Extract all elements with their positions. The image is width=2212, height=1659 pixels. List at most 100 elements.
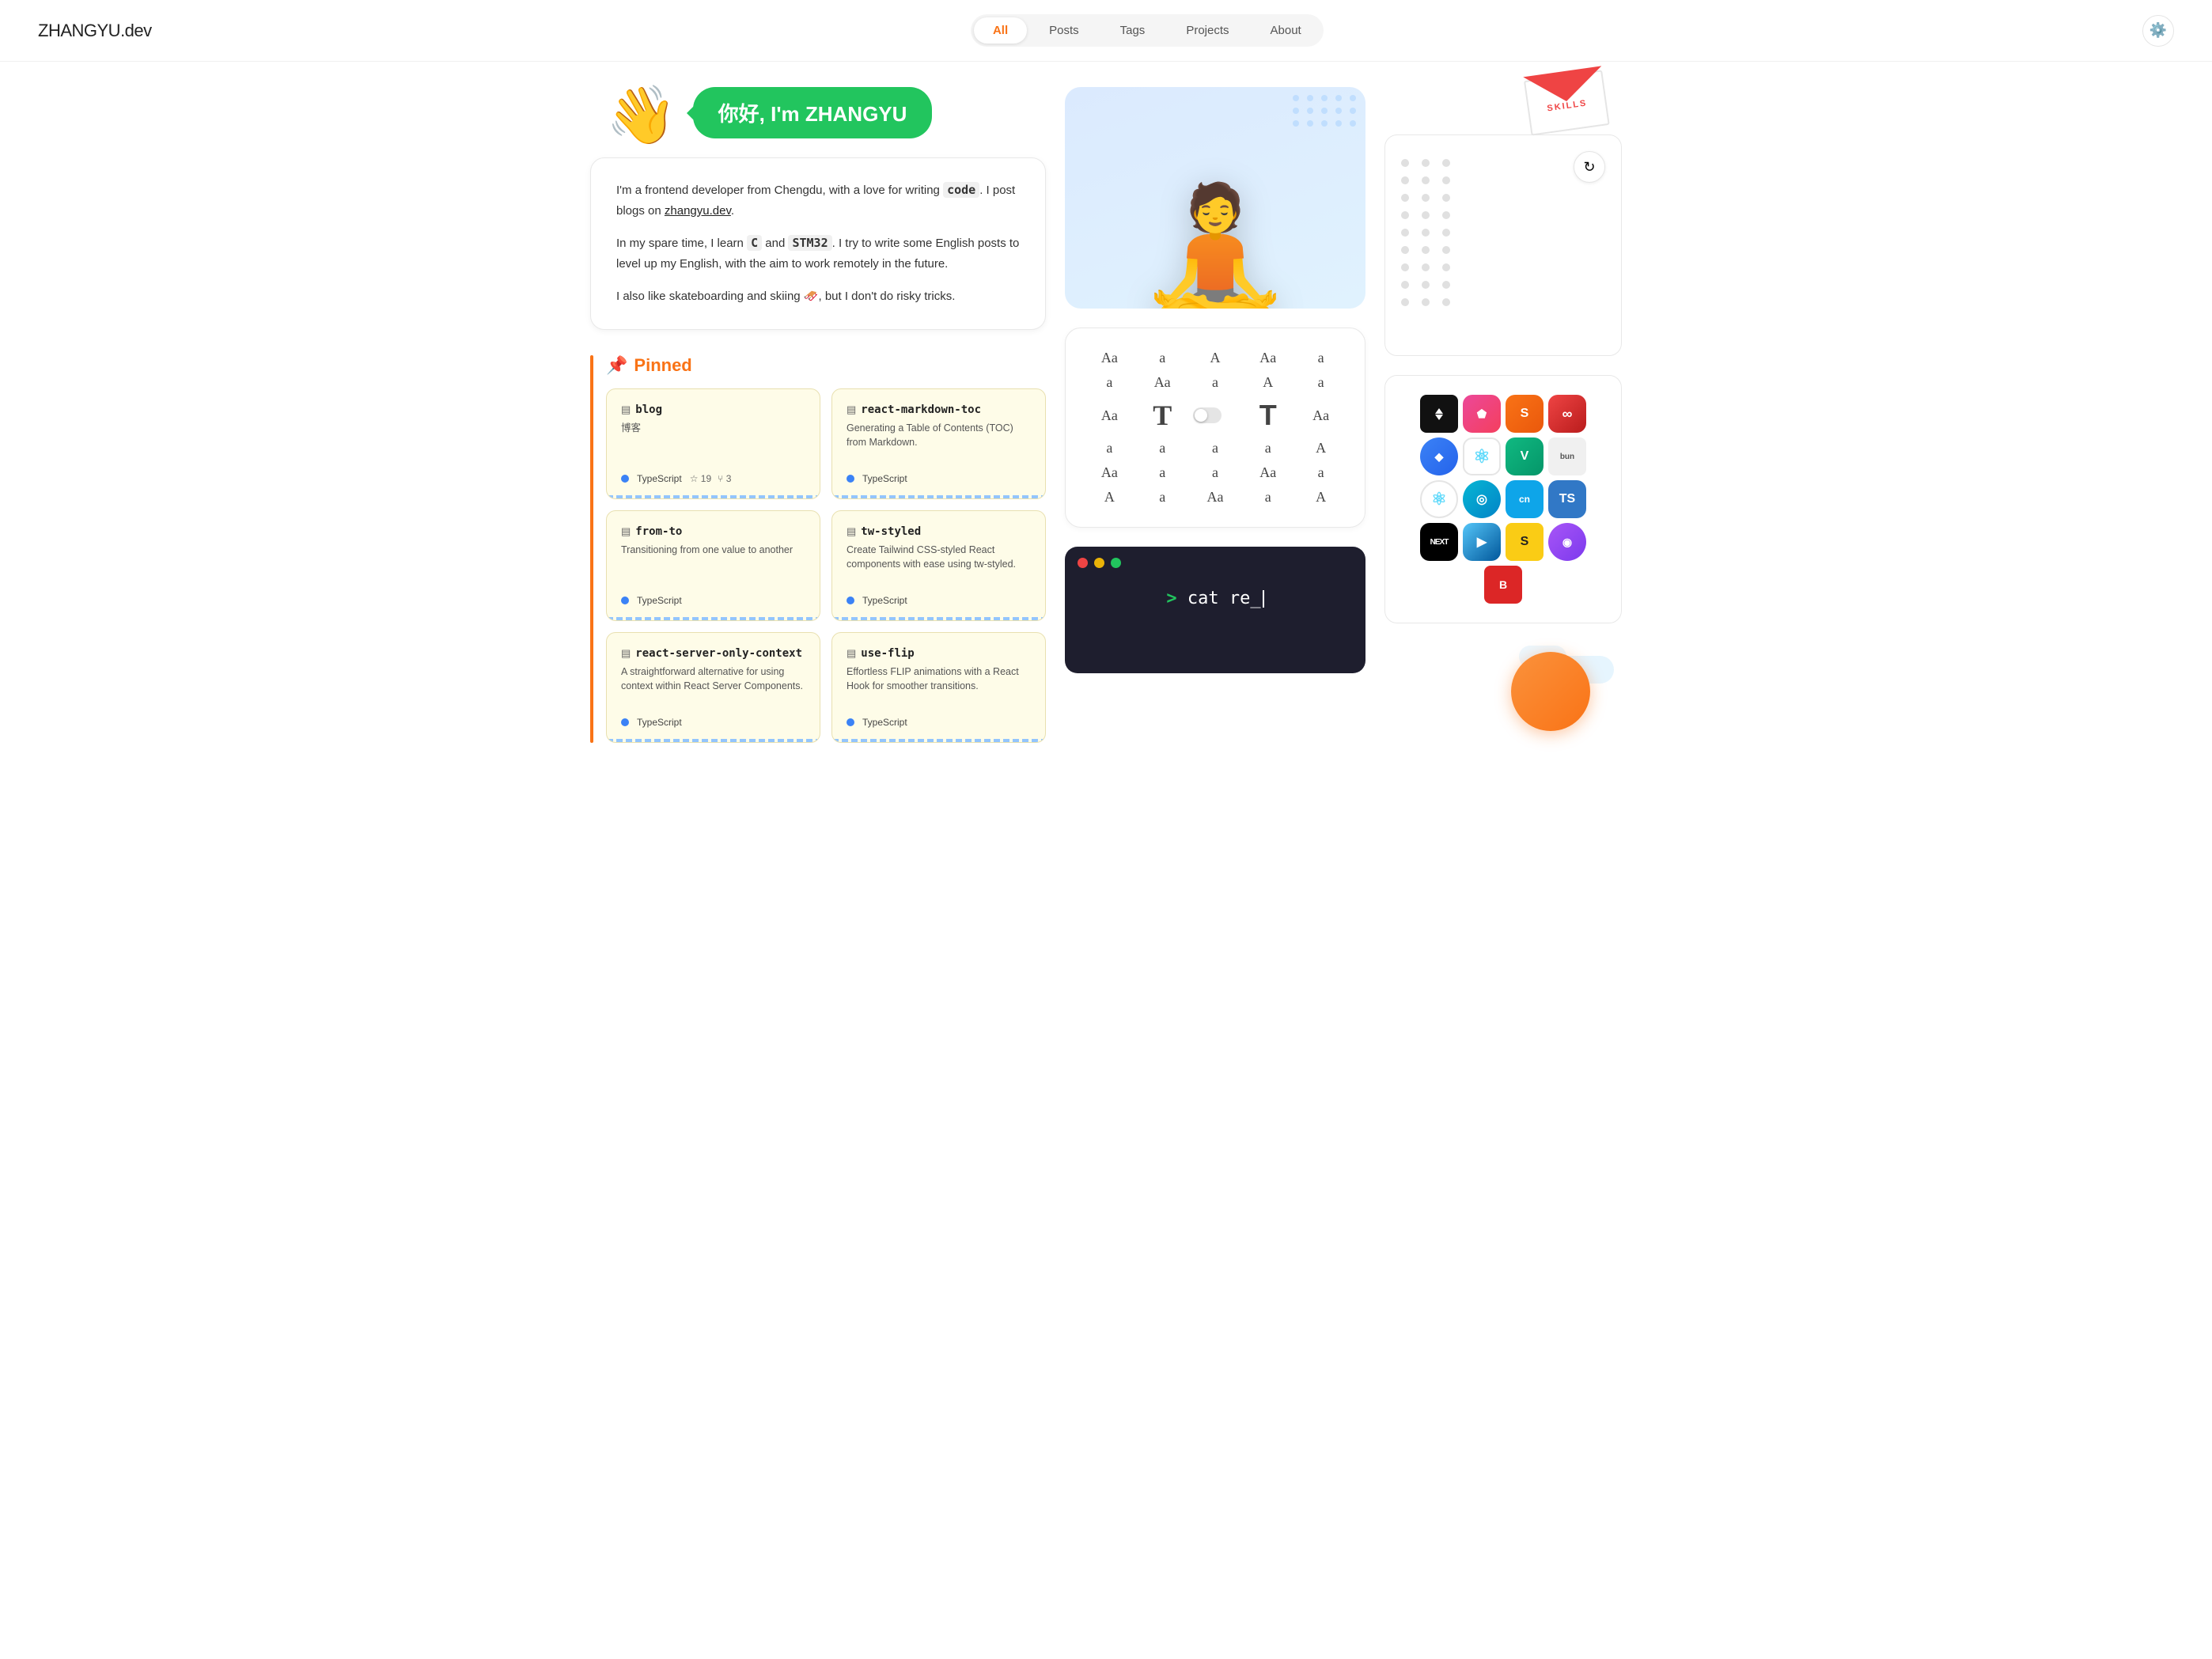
skill-icon-nextjs: NEXT — [1420, 523, 1458, 561]
card-icon: ▤ — [847, 403, 856, 416]
card-icon: ▤ — [621, 525, 631, 538]
skill-icon-react-2: ⚛ — [1420, 480, 1458, 518]
font-cell: a — [1191, 462, 1240, 483]
logo-suffix: .dev — [120, 21, 152, 40]
pinned-bar — [590, 355, 593, 743]
skill-icon-blue: ◆ — [1420, 437, 1458, 475]
font-cell: a — [1296, 462, 1346, 483]
project-card-blog[interactable]: ▤ blog 博客 TypeScript ☆ 19 ⑂ 3 — [606, 388, 820, 499]
nav-item-about[interactable]: About — [1252, 17, 1320, 44]
terminal-command: cat re_ — [1187, 589, 1261, 608]
sun-clouds-widget — [1384, 636, 1622, 747]
card-desc: Transitioning from one value to another — [621, 543, 805, 558]
skill-icon-svelte: S — [1506, 395, 1543, 433]
skill-icon-teal: ◎ — [1463, 480, 1501, 518]
terminal-body: > cat re_ — [1065, 576, 1365, 634]
lang-dot — [621, 475, 629, 483]
card-desc: A straightforward alternative for using … — [621, 665, 805, 695]
greeting-bubble: 你好, I'm ZHANGYU — [693, 87, 933, 138]
font-cell: Aa — [1138, 372, 1187, 393]
nav-item-projects[interactable]: Projects — [1167, 17, 1248, 44]
font-cell: A — [1296, 487, 1346, 508]
card-title: tw-styled — [861, 525, 921, 538]
card-title: blog — [635, 403, 662, 416]
intro-card: I'm a frontend developer from Chengdu, w… — [590, 157, 1046, 330]
project-card-use-flip[interactable]: ▤ use-flip Effortless FLIP animations wi… — [831, 632, 1046, 743]
font-cell: A — [1243, 372, 1293, 393]
lang-dot — [621, 597, 629, 604]
gear-icon: ⚙️ — [2150, 22, 2167, 39]
right-column: SKILLS ↻ — [1384, 87, 1622, 747]
skill-icon-redux: B — [1484, 566, 1522, 604]
refresh-button[interactable]: ↻ — [1574, 151, 1605, 183]
font-cell: a — [1191, 437, 1240, 459]
terminal-text: > cat re_ — [1166, 589, 1263, 608]
card-desc: Effortless FLIP animations with a React … — [847, 665, 1031, 695]
lang-dot — [847, 475, 854, 483]
font-cell: Aa — [1243, 462, 1293, 483]
project-card-react-markdown-toc[interactable]: ▤ react-markdown-toc Generating a Table … — [831, 388, 1046, 499]
card-icon: ▤ — [847, 525, 856, 538]
font-cell: A — [1085, 487, 1134, 508]
pinned-header: 📌 Pinned — [606, 355, 1046, 376]
skill-icon-vue: V — [1506, 437, 1543, 475]
card-title: use-flip — [861, 647, 914, 660]
main-content: 👋 你好, I'm ZHANGYU I'm a frontend develop… — [552, 62, 1660, 772]
avatar-figure: 🧘 — [1136, 188, 1293, 309]
skill-icon-cn: cn — [1506, 480, 1543, 518]
dots-pattern — [1401, 159, 1453, 306]
lang-dot — [847, 597, 854, 604]
font-cell-large: T — [1138, 396, 1187, 434]
card-title: from-to — [635, 525, 682, 538]
settings-button[interactable]: ⚙️ — [2142, 15, 2174, 47]
font-cell: a — [1138, 462, 1187, 483]
card-icon: ▤ — [847, 647, 856, 660]
pinned-section: 📌 Pinned ▤ blog 博客 TypeScript — [590, 355, 1046, 743]
nav-item-posts[interactable]: Posts — [1030, 17, 1098, 44]
card-title: react-markdown-toc — [861, 403, 981, 416]
site-link[interactable]: zhangyu.dev — [665, 204, 731, 218]
nav-item-tags[interactable]: Tags — [1101, 17, 1165, 44]
font-cell: a — [1085, 372, 1134, 393]
font-cell: Aa — [1243, 347, 1293, 369]
wave-emoji: 👋 — [606, 87, 677, 144]
avatar-card: 🧘 — [1065, 87, 1365, 309]
font-cell: Aa — [1296, 405, 1346, 426]
lang-label: TypeScript — [862, 473, 907, 484]
lang-label: TypeScript — [637, 717, 682, 728]
nav-item-all[interactable]: All — [974, 17, 1027, 44]
font-cell: a — [1296, 372, 1346, 393]
terminal-header — [1065, 547, 1365, 576]
font-toggle-cell[interactable] — [1191, 405, 1240, 426]
site-logo[interactable]: ZHANGYU.dev — [38, 21, 152, 41]
font-card: Aa a A Aa a a Aa a A a Aa T T Aa — [1065, 328, 1365, 528]
lang-label: TypeScript — [862, 595, 907, 606]
lang-dot — [621, 718, 629, 726]
font-cell: Aa — [1191, 487, 1240, 508]
logo-text: ZHANGYU — [38, 21, 120, 40]
card-icon: ▤ — [621, 403, 631, 416]
skill-icon-flutter: ▶ — [1463, 523, 1501, 561]
middle-column: 🧘 Aa a A Aa a a Aa a A a Aa T — [1065, 87, 1365, 747]
lang-label: TypeScript — [637, 595, 682, 606]
font-cell: a — [1243, 487, 1293, 508]
intro-paragraph-3: I also like skateboarding and skiing 🛷, … — [616, 286, 1020, 307]
intro-paragraph-1: I'm a frontend developer from Chengdu, w… — [616, 180, 1020, 221]
project-card-from-to[interactable]: ▤ from-to Transitioning from one value t… — [606, 510, 820, 621]
terminal-cursor — [1263, 590, 1264, 608]
main-nav: All Posts Tags Projects About — [971, 14, 1324, 47]
font-cell: A — [1296, 437, 1346, 459]
lang-dot — [847, 718, 854, 726]
stars-stat: ☆ 19 — [690, 473, 711, 484]
skill-icon-prisma: ⬟ — [1463, 395, 1501, 433]
card-title: react-server-only-context — [635, 647, 802, 660]
font-cell: Aa — [1085, 462, 1134, 483]
header: ZHANGYU.dev All Posts Tags Projects Abou… — [0, 0, 2212, 62]
left-column: 👋 你好, I'm ZHANGYU I'm a frontend develop… — [590, 87, 1046, 747]
project-card-tw-styled[interactable]: ▤ tw-styled Create Tailwind CSS-styled R… — [831, 510, 1046, 621]
terminal-maximize-dot — [1111, 558, 1121, 568]
skills-card: ⬟ S ∞ ◆ ⚛ V bun ⚛ ◎ cn — [1384, 375, 1622, 623]
forks-stat: ⑂ 3 — [718, 473, 731, 484]
font-cell-large-2: T — [1243, 396, 1293, 434]
project-card-react-server-only-context[interactable]: ▤ react-server-only-context A straightfo… — [606, 632, 820, 743]
